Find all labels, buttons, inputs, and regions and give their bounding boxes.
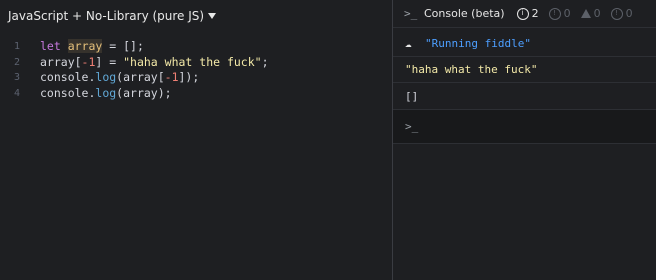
console-entry-string: "haha what the fuck" [393,57,656,83]
code-token: console. [40,70,96,84]
code-line[interactable]: 2 array[-1] = "haha what the fuck"; [0,55,392,71]
code-line[interactable]: 4 console.log(array); [0,86,392,102]
language-label: JavaScript + No-Library (pure JS) [8,9,205,23]
code-token: let [40,39,61,53]
line-number: 1 [13,41,20,52]
code-token: ] = [95,54,124,69]
debug-icon: ! [610,7,623,20]
console-title: Console (beta) [424,7,505,20]
code-line-content: let array = []; [40,39,144,55]
warning-count-filter[interactable]: 0 [580,7,601,20]
code-line-content: array[-1] = "haha what the fuck"; [40,55,269,71]
console-entry-running: ☁ "Running fiddle" [393,30,656,57]
line-number: 3 [13,72,20,83]
code-editor-pane: JavaScript + No-Library (pure JS) 1 let a… [0,0,392,280]
line-number: 4 [13,87,20,99]
line-number: 2 [13,56,20,68]
debug-count: 0 [625,7,633,20]
warning-count: 0 [593,7,601,20]
debug-count-filter[interactable]: ! 0 [610,7,633,20]
code-line[interactable]: 1 let array = []; [0,39,392,55]
console-header: >_ Console (beta) i 2 ! 0 0 ! 0 [393,0,656,28]
code-line-content: console.log(array); [40,86,172,102]
code-token: (array[ [116,70,165,84]
info-count-filter[interactable]: i 2 [516,7,539,20]
error-count: 0 [563,7,571,20]
code-token: console. [40,85,96,100]
terminal-prompt-icon: >_ [404,7,418,20]
warning-icon [580,9,591,18]
code-token: = []; [102,39,144,53]
code-line-content: console.log(array[-1]); [40,70,199,86]
code-token: ]); [178,70,200,84]
caret-down-icon [208,13,217,19]
console-input-prompt: >_ [405,120,419,133]
code-token: ; [261,54,269,69]
code-token: -1 [81,54,96,69]
code-token: (array); [116,85,172,100]
code-token: log [95,70,117,84]
cloud-icon: ☁ [405,36,412,50]
code-line[interactable]: 3 console.log(array[-1]); [0,70,392,86]
console-entry-array[interactable]: [] [393,83,656,110]
code-token: array [67,39,103,53]
error-icon: ! [548,7,561,20]
app-window: JavaScript + No-Library (pure JS) 1 let a… [0,0,656,280]
code-token: "haha what the fuck" [123,54,262,69]
info-icon: i [516,7,529,20]
code-token: -1 [164,70,179,84]
info-count: 2 [531,7,539,20]
code-token: array[ [40,54,82,69]
code-token: log [95,85,117,100]
error-count-filter[interactable]: ! 0 [548,7,571,20]
console-string-output: "haha what the fuck" [405,63,538,76]
console-pane: >_ Console (beta) i 2 ! 0 0 ! 0 ☁ "Runni… [393,0,656,280]
code-area[interactable]: 1 let array = []; 2 array[-1] = "haha what … [0,39,392,101]
language-dropdown[interactable]: JavaScript + No-Library (pure JS) [8,8,217,24]
console-input[interactable]: >_ [393,110,656,144]
console-array-output: [] [405,89,419,103]
console-running-text: "Running fiddle" [425,36,531,50]
